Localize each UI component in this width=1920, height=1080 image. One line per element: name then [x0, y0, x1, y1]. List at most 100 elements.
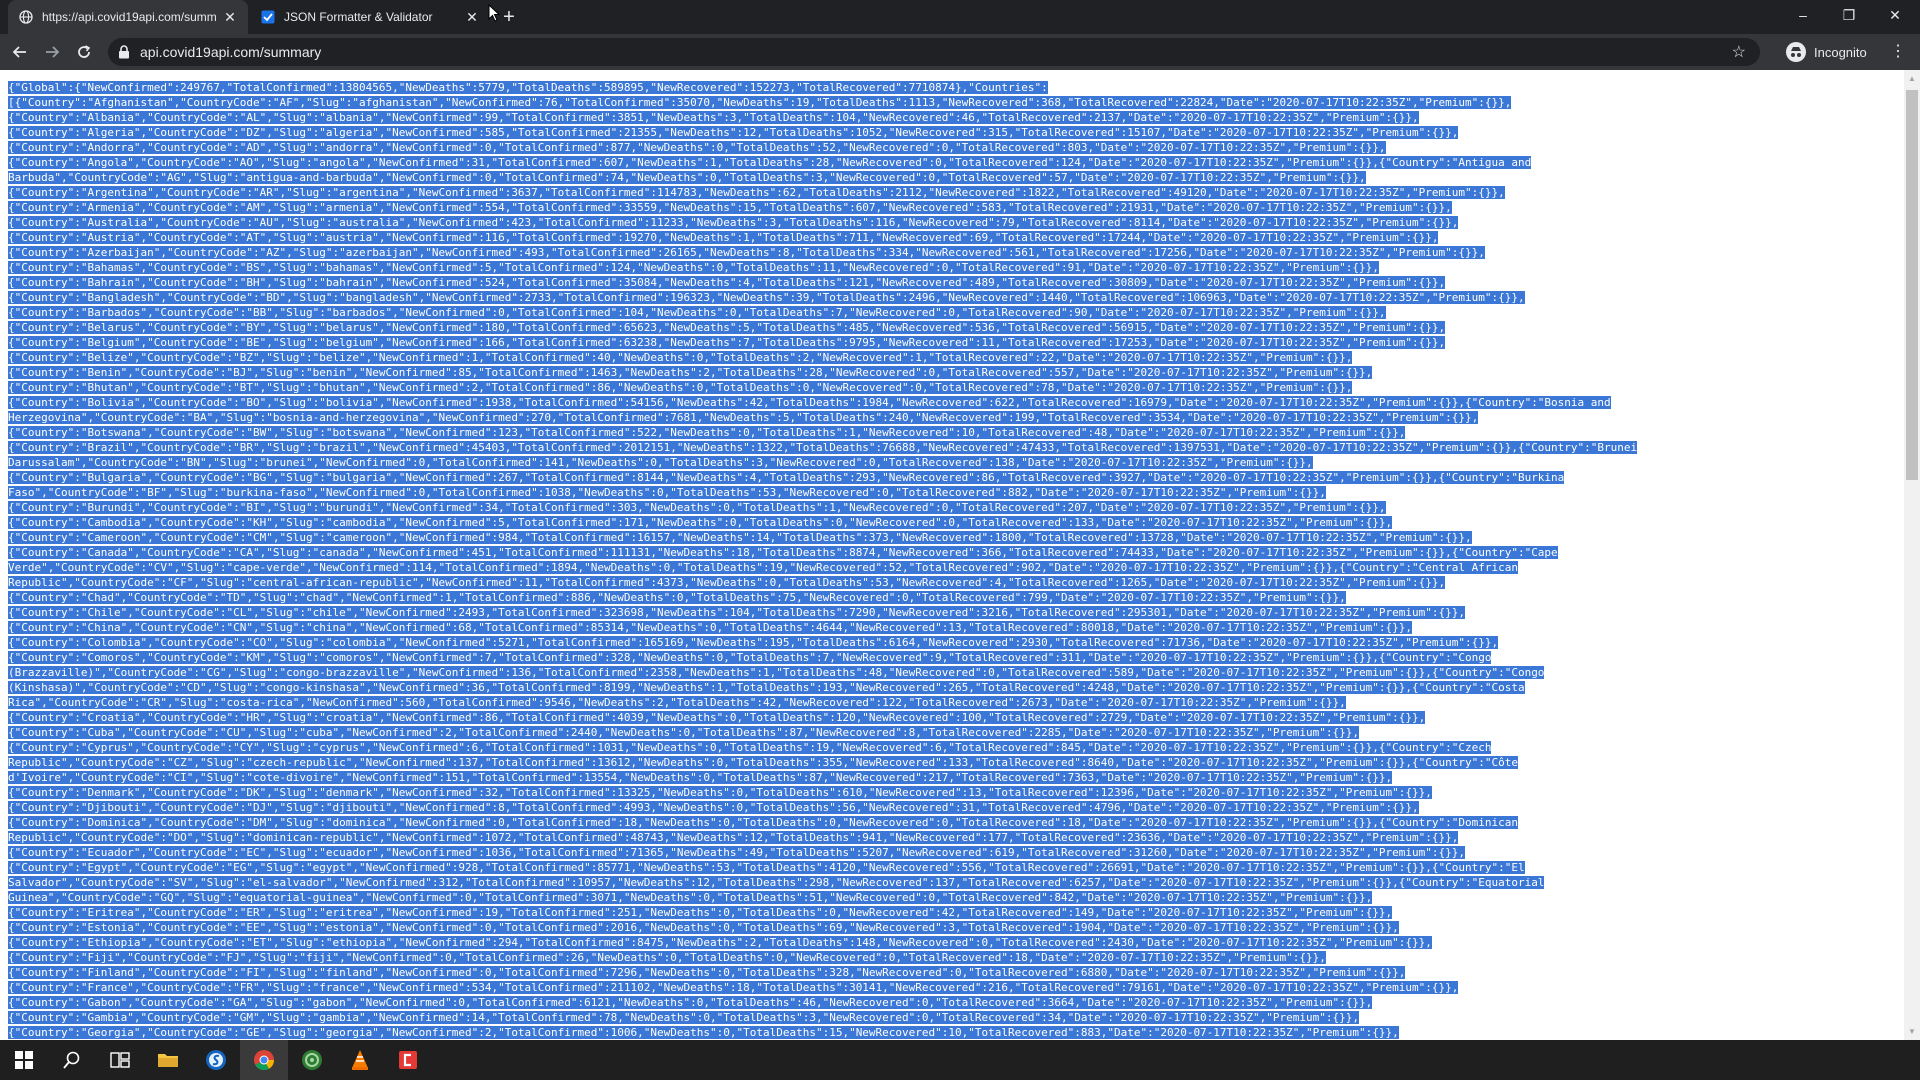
search-icon[interactable]: [48, 1040, 96, 1080]
mouse-cursor-icon: [488, 4, 500, 22]
json-line: Herzegovina","CountryCode":"BA","Slug":"…: [8, 411, 1479, 424]
json-line: {"Country":"Armenia","CountryCode":"AM",…: [8, 201, 1452, 214]
json-line: {"Country":"Georgia","CountryCode":"GE",…: [8, 1026, 1399, 1039]
incognito-indicator[interactable]: Incognito: [1786, 41, 1867, 63]
url-text: api.covid19api.com/summary: [140, 44, 322, 60]
json-line: {"Country":"Egypt","CountryCode":"EG","S…: [8, 861, 1525, 874]
vertical-scrollbar[interactable]: ▲ ▼: [1904, 70, 1920, 1040]
json-line: {"Country":"Colombia","CountryCode":"CO"…: [8, 636, 1499, 649]
globe-icon: [18, 9, 34, 25]
json-line: {"Country":"Burundi","CountryCode":"BI",…: [8, 501, 1386, 514]
browser-toolbar: api.covid19api.com/summary ☆ Incognito ⋮: [0, 34, 1920, 70]
json-line: {"Country":"Cuba","CountryCode":"CU","Sl…: [8, 726, 1360, 739]
back-button[interactable]: [8, 40, 32, 64]
vlc-icon[interactable]: [336, 1040, 384, 1080]
page-content: {"Global":{"NewConfirmed":249767,"TotalC…: [0, 70, 1904, 1040]
json-line: {"Country":"Bulgaria","CountryCode":"BG"…: [8, 471, 1565, 484]
json-line: {"Country":"Croatia","CountryCode":"HR",…: [8, 711, 1426, 724]
tab-strip: https://api.covid19api.com/summ ✕ JSON F…: [0, 0, 1920, 34]
json-line: {"Country":"Australia","CountryCode":"AU…: [8, 216, 1459, 229]
minimize-button[interactable]: –: [1780, 0, 1826, 30]
scroll-up-arrow-icon[interactable]: ▲: [1908, 74, 1916, 83]
json-line: {"Country":"Brazil","CountryCode":"BR","…: [8, 441, 1638, 454]
json-line: {"Global":{"NewConfirmed":249767,"TotalC…: [8, 81, 1048, 94]
json-line: {"Country":"Benin","CountryCode":"BJ","S…: [8, 366, 1373, 379]
windows-taskbar: [0, 1040, 1920, 1080]
json-line: Republic","CountryCode":"DO","Slug":"dom…: [8, 831, 1459, 844]
json-line: (Brazzaville)","CountryCode":"CG","Slug"…: [8, 666, 1545, 679]
json-line: {"Country":"Ecuador","CountryCode":"EC",…: [8, 846, 1465, 859]
red-app-icon[interactable]: [384, 1040, 432, 1080]
tab-close-icon[interactable]: ✕: [222, 9, 238, 25]
json-line: {"Country":"Bhutan","CountryCode":"BT","…: [8, 381, 1353, 394]
tab-close-icon[interactable]: ✕: [464, 9, 480, 25]
forward-button[interactable]: [40, 40, 64, 64]
restore-button[interactable]: ❐: [1826, 0, 1872, 30]
address-bar[interactable]: api.covid19api.com/summary ☆: [108, 38, 1760, 66]
green-app-icon[interactable]: [288, 1040, 336, 1080]
json-line: Guinea","CountryCode":"GQ","Slug":"equat…: [8, 891, 1373, 904]
json-response-text: {"Global":{"NewConfirmed":249767,"TotalC…: [8, 80, 1638, 1040]
json-line: [{"Country":"Afghanistan","CountryCode":…: [8, 96, 1512, 109]
more-menu-icon[interactable]: ⋮: [1890, 43, 1906, 61]
json-line: {"Country":"Fiji","CountryCode":"FJ","Sl…: [8, 951, 1326, 964]
json-line: {"Country":"Chile","CountryCode":"CL","S…: [8, 606, 1465, 619]
json-line: (Kinshasa)","CountryCode":"CD","Slug":"c…: [8, 681, 1525, 694]
json-line: {"Country":"Bahrain","CountryCode":"BH",…: [8, 276, 1446, 289]
json-line: {"Country":"Comoros","CountryCode":"KM",…: [8, 651, 1492, 664]
json-line: {"Country":"Belarus","CountryCode":"BY",…: [8, 321, 1446, 334]
json-line: {"Country":"Estonia","CountryCode":"EE",…: [8, 921, 1399, 934]
json-line: {"Country":"Cambodia","CountryCode":"KH"…: [8, 516, 1393, 529]
reload-button[interactable]: [72, 40, 96, 64]
checkbox-icon: [260, 9, 276, 25]
tab-json-formatter[interactable]: JSON Formatter & Validator ✕: [250, 0, 490, 34]
json-line: {"Country":"Denmark","CountryCode":"DK",…: [8, 786, 1432, 799]
json-line: {"Country":"Barbados","CountryCode":"BB"…: [8, 306, 1386, 319]
json-line: {"Country":"Bahamas","CountryCode":"BS",…: [8, 261, 1379, 274]
task-view-icon[interactable]: [96, 1040, 144, 1080]
json-line: Darussalam","CountryCode":"BN","Slug":"b…: [8, 456, 1313, 469]
json-line: Verde","CountryCode":"CV","Slug":"cape-v…: [8, 561, 1518, 574]
json-line: {"Country":"Argentina","CountryCode":"AR…: [8, 186, 1505, 199]
tab-title: JSON Formatter & Validator: [284, 10, 433, 24]
json-line: {"Country":"China","CountryCode":"CN","S…: [8, 621, 1412, 634]
profile-label: Incognito: [1814, 44, 1867, 60]
json-line: Salvador","CountryCode":"SV","Slug":"el-…: [8, 876, 1545, 889]
json-line: {"Country":"Andorra","CountryCode":"AD",…: [8, 141, 1386, 154]
scrollbar-thumb[interactable]: [1906, 90, 1918, 480]
json-line: {"Country":"Bolivia","CountryCode":"BO",…: [8, 396, 1611, 409]
bookmark-star-icon[interactable]: ☆: [1732, 42, 1746, 62]
scroll-down-arrow-icon[interactable]: ▼: [1908, 1027, 1916, 1036]
json-line: {"Country":"Ethiopia","CountryCode":"ET"…: [8, 936, 1432, 949]
json-line: Barbuda","CountryCode":"AG","Slug":"anti…: [8, 171, 1366, 184]
close-window-button[interactable]: ✕: [1872, 0, 1918, 30]
lock-icon: [118, 45, 130, 64]
json-line: {"Country":"Algeria","CountryCode":"DZ",…: [8, 126, 1459, 139]
json-line: {"Country":"Botswana","CountryCode":"BW"…: [8, 426, 1406, 439]
json-line: {"Country":"Angola","CountryCode":"AO","…: [8, 156, 1532, 169]
json-line: {"Country":"Dominica","CountryCode":"DM"…: [8, 816, 1518, 829]
json-line: {"Country":"Belize","CountryCode":"BZ","…: [8, 351, 1353, 364]
file-explorer-icon[interactable]: [144, 1040, 192, 1080]
arrow-right-icon: [46, 46, 60, 58]
json-line: {"Country":"Bangladesh","CountryCode":"B…: [8, 291, 1525, 304]
json-line: d'Ivoire","CountryCode":"CI","Slug":"cot…: [8, 771, 1393, 784]
json-line: {"Country":"Austria","CountryCode":"AT",…: [8, 231, 1439, 244]
new-tab-button[interactable]: +: [497, 5, 521, 29]
json-line: {"Country":"Gabon","CountryCode":"GA","S…: [8, 996, 1373, 1009]
json-line: {"Country":"Belgium","CountryCode":"BE",…: [8, 336, 1446, 349]
json-line: {"Country":"Chad","CountryCode":"TD","Sl…: [8, 591, 1346, 604]
tab-title: https://api.covid19api.com/summ: [42, 10, 217, 24]
json-line: {"Country":"Canada","CountryCode":"CA","…: [8, 546, 1558, 559]
json-line: Republic","CountryCode":"CF","Slug":"cen…: [8, 576, 1446, 589]
json-line: {"Country":"Djibouti","CountryCode":"DJ"…: [8, 801, 1419, 814]
json-line: {"Country":"Azerbaijan","CountryCode":"A…: [8, 246, 1485, 259]
reload-icon: [78, 45, 91, 58]
json-line: {"Country":"Albania","CountryCode":"AL",…: [8, 111, 1419, 124]
json-line: {"Country":"France","CountryCode":"FR","…: [8, 981, 1459, 994]
json-line: Faso","CountryCode":"BF","Slug":"burkina…: [8, 486, 1326, 499]
tab-covid-summary[interactable]: https://api.covid19api.com/summ ✕: [8, 0, 248, 34]
windows-start-icon[interactable]: [0, 1040, 48, 1080]
chrome-icon[interactable]: [240, 1040, 288, 1080]
browser-s-icon[interactable]: [192, 1040, 240, 1080]
